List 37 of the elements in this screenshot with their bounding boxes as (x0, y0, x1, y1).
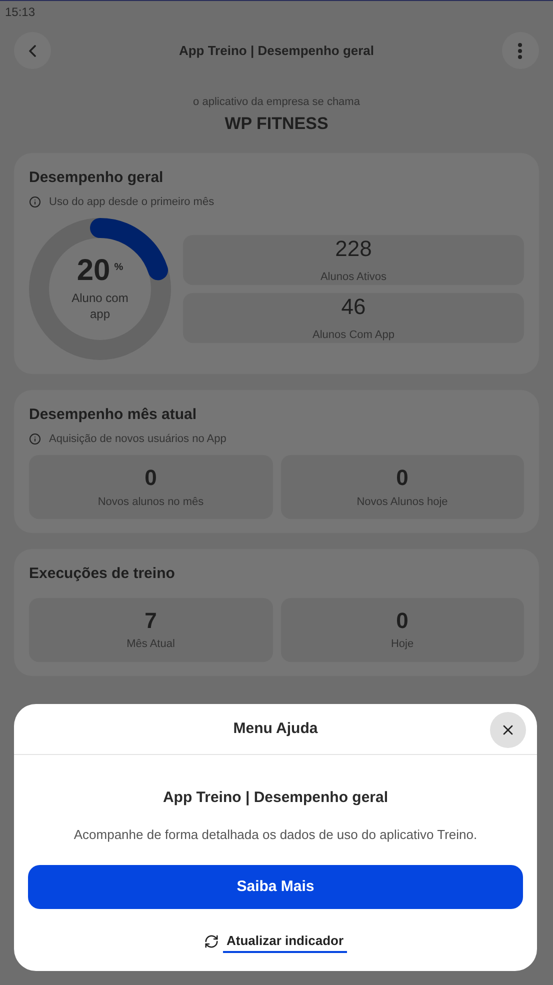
sheet-title: Menu Ajuda (233, 718, 318, 739)
status-time: 15:13 (5, 4, 36, 21)
page-title: App Treino | Desempenho geral (178, 42, 374, 60)
back-icon (29, 44, 36, 56)
more-button[interactable] (502, 32, 539, 69)
percent-value: 20 (76, 256, 110, 286)
stat-label: Novos Alunos hoje (356, 494, 448, 510)
section-title: Execuções de treino (29, 564, 176, 584)
stat-value: 7 (144, 606, 157, 634)
stat-value: 0 (396, 606, 408, 634)
section-title: Desempenho geral (29, 168, 164, 188)
section-info: Aquisição de novos usuários no App (49, 432, 226, 446)
sheet-description: Acompanhe de forma detalhada os dados de uso do aplicativo Treino. (74, 826, 478, 844)
stat-label: Mês Atual (126, 637, 175, 652)
stat-label: Alunos Com App (312, 328, 394, 342)
stat-value: 0 (144, 464, 157, 492)
stat-value: 46 (341, 293, 366, 320)
info-icon (29, 432, 41, 445)
donut-label: Aluno com app (71, 290, 129, 322)
stat-label: Novos alunos no mês (98, 494, 204, 510)
stat-value: 228 (335, 235, 372, 262)
brand-name: WP FITNESS (224, 112, 328, 134)
learn-more-button[interactable]: Saiba Mais (28, 865, 523, 909)
back-button[interactable] (14, 32, 51, 69)
info-icon (29, 196, 41, 208)
stat-label: Hoje (390, 637, 414, 652)
brand-caption: o aplicativo da empresa se chama (193, 95, 360, 110)
section-title: Desempenho mês atual (29, 405, 198, 425)
sheet-heading: App Treino | Desempenho geral (162, 788, 388, 808)
stat-label: Alunos Ativos (320, 270, 387, 284)
refresh-link[interactable]: Atualizar indicador (223, 931, 347, 952)
more-icon (518, 42, 522, 58)
section-info: Uso do app desde o primeiro mês (49, 194, 214, 210)
percent-unit: % (114, 261, 124, 275)
refresh-icon (204, 934, 220, 950)
close-button[interactable] (490, 712, 526, 748)
stat-value: 0 (396, 464, 408, 492)
